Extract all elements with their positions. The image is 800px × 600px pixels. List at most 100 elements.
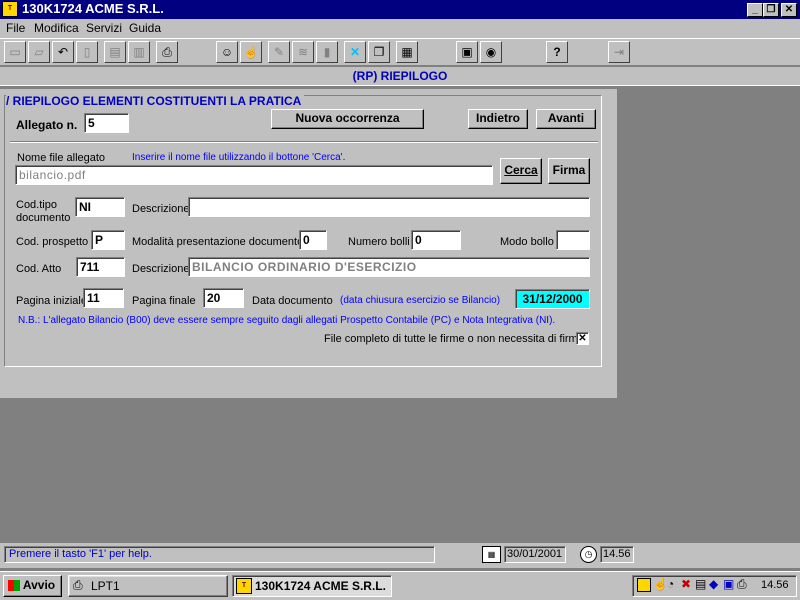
descrizione2-label: Descrizione <box>132 263 190 275</box>
undo-icon[interactable]: ↶ <box>52 41 74 63</box>
start-button[interactable]: Avvio <box>3 575 62 597</box>
indietro-button[interactable]: Indietro <box>468 109 528 129</box>
nome-file-hint: Inserire il nome file utilizzando il bot… <box>132 152 346 163</box>
title-bar: T 130K1724 ACME S.R.L. _ ❐ ✕ <box>0 0 800 19</box>
system-tray: ☝ ◔ ✖ ▤ ◆ ▣ ⎙ 14.56 <box>632 575 797 597</box>
exit-icon[interactable]: ⇥ <box>608 41 630 63</box>
pagina-iniziale-label: Pagina iniziale <box>16 295 87 307</box>
trash-icon[interactable]: ▯ <box>76 41 98 63</box>
status-date: 30/01/2001 <box>507 548 563 560</box>
status-time: 14.56 <box>603 548 631 560</box>
checkbox-label: File completo di tutte le firme o non ne… <box>324 333 587 345</box>
status-help-box: Premere il tasto 'F1' per help. <box>4 546 435 563</box>
allegato-label: Allegato n. <box>16 118 78 132</box>
layers-icon[interactable]: ≋ <box>292 41 314 63</box>
taskbar: Avvio ⎙ LPT1 T 130K1724 ACME S.R.L. ☝ ◔ … <box>0 571 800 600</box>
clock-icon: ◷ <box>580 546 597 563</box>
descrizione-label: Descrizione <box>132 203 190 215</box>
cut-icon[interactable]: ✕ <box>344 41 366 63</box>
numero-bolli-label: Numero bolli <box>348 236 410 248</box>
firma-button[interactable]: Firma <box>548 158 590 184</box>
disk-icon[interactable]: ◉ <box>480 41 502 63</box>
restore-button[interactable]: ❐ <box>763 3 779 17</box>
nb-note: N.B.: L'allegato Bilancio (B00) deve ess… <box>18 315 556 326</box>
printer-icon[interactable]: ⎙ <box>156 41 178 63</box>
descrizione2-input[interactable]: BILANCIO ORDINARIO D'ESERCIZIO <box>188 257 590 277</box>
menu-guida[interactable]: Guida <box>129 21 161 35</box>
section-header: (RP) RIEPILOGO <box>0 66 800 86</box>
app-icon[interactable]: T <box>2 1 18 17</box>
numero-bolli-input[interactable]: 0 <box>411 230 461 250</box>
modo-bollo-label: Modo bollo <box>500 236 554 248</box>
pagina-finale-input[interactable]: 20 <box>203 288 244 308</box>
help-icon[interactable]: ? <box>546 41 568 63</box>
firme-checkbox[interactable]: ✕ <box>576 332 589 345</box>
grid-icon[interactable]: ▦ <box>396 41 418 63</box>
task-acme-label: 130K1724 ACME S.R.L. <box>255 579 386 593</box>
window-title: 130K1724 ACME S.R.L. <box>22 1 164 16</box>
status-help-text: Premere il tasto 'F1' per help. <box>9 548 152 560</box>
tray-icon-1[interactable] <box>637 578 651 592</box>
minimize-button[interactable]: _ <box>747 3 763 17</box>
cod-atto-label: Cod. Atto <box>16 263 62 275</box>
data-documento-label: Data documento <box>252 295 333 307</box>
cerca-button[interactable]: Cerca <box>500 158 542 184</box>
modalita-label: Modalità presentazione documento <box>132 236 304 248</box>
modo-bollo-input[interactable] <box>556 230 590 250</box>
menu-file[interactable]: File <box>6 21 25 35</box>
nome-file-input[interactable]: bilancio.pdf <box>15 165 493 185</box>
form-panel: / RIEPILOGO ELEMENTI COSTITUENTI LA PRAT… <box>0 89 617 398</box>
pagina-finale-label: Pagina finale <box>132 295 196 307</box>
task-lpt1[interactable]: ⎙ LPT1 <box>68 575 228 597</box>
form-title: / RIEPILOGO ELEMENTI COSTITUENTI LA PRAT… <box>6 94 305 108</box>
tray-icon-8[interactable]: ⎙ <box>737 577 747 592</box>
bin-icon[interactable]: ▮ <box>316 41 338 63</box>
hand-icon[interactable]: ☝ <box>240 41 262 63</box>
tray-icon-7[interactable]: ▣ <box>723 577 734 591</box>
tray-icon-5[interactable]: ▤ <box>695 577 706 591</box>
menu-bar: File Modifica Servizi Guida <box>0 19 800 38</box>
descrizione-input[interactable] <box>188 197 590 217</box>
tray-clock[interactable]: 14.56 <box>761 579 789 591</box>
pagina-iniziale-input[interactable]: 11 <box>83 288 124 308</box>
windows-logo-icon <box>8 580 20 592</box>
cod-prospetto-input[interactable]: P <box>91 230 125 250</box>
task-acme[interactable]: T 130K1724 ACME S.R.L. <box>232 575 392 597</box>
status-date-box: 30/01/2001 <box>504 546 566 563</box>
start-label: Avvio <box>22 578 56 592</box>
tray-icon-2[interactable]: ☝ <box>653 577 668 591</box>
tray-icon-6[interactable]: ◆ <box>709 577 718 591</box>
menu-servizi[interactable]: Servizi <box>86 21 122 35</box>
allegato-input[interactable]: 5 <box>84 113 129 133</box>
cod-tipo-label-2: documento <box>16 212 71 224</box>
open-folder-icon[interactable]: ▱ <box>28 41 50 63</box>
app-task-icon: T <box>236 578 252 594</box>
save-icon[interactable]: ▣ <box>456 41 478 63</box>
nome-file-label: Nome file allegato <box>17 152 106 164</box>
cod-atto-input[interactable]: 711 <box>76 257 125 277</box>
data-documento-input[interactable]: 31/12/2000 <box>515 289 590 309</box>
cod-tipo-input[interactable]: NI <box>75 197 125 217</box>
close-button[interactable]: ✕ <box>781 3 797 17</box>
avanti-button[interactable]: Avanti <box>536 109 596 129</box>
cod-tipo-label-1: Cod.tipo <box>16 199 57 211</box>
tray-icon-3[interactable]: ◔ <box>667 577 674 591</box>
page-icon[interactable]: ▤ <box>104 41 126 63</box>
status-bar: Premere il tasto 'F1' per help. ▦ 30/01/… <box>0 543 800 568</box>
copy-icon[interactable]: ❐ <box>368 41 390 63</box>
tray-icon-4[interactable]: ✖ <box>681 577 691 591</box>
task-lpt1-label: LPT1 <box>91 579 120 593</box>
status-time-box: 14.56 <box>600 546 634 563</box>
cod-prospetto-label: Cod. prospetto <box>16 236 89 248</box>
modalita-input[interactable]: 0 <box>299 230 327 250</box>
edit-icon[interactable]: ✎ <box>268 41 290 63</box>
pages-icon[interactable]: ▥ <box>128 41 150 63</box>
menu-modifica[interactable]: Modifica <box>34 21 79 35</box>
calendar-icon: ▦ <box>482 546 501 563</box>
person-icon[interactable]: ☺ <box>216 41 238 63</box>
section-title: (RP) RIEPILOGO <box>352 69 448 83</box>
data-hint: (data chiusura esercizio se Bilancio) <box>340 295 501 306</box>
new-document-icon[interactable]: ▭ <box>4 41 26 63</box>
nuova-occorrenza-button[interactable]: Nuova occorrenza <box>271 109 424 129</box>
printer-task-icon: ⎙ <box>73 578 83 592</box>
